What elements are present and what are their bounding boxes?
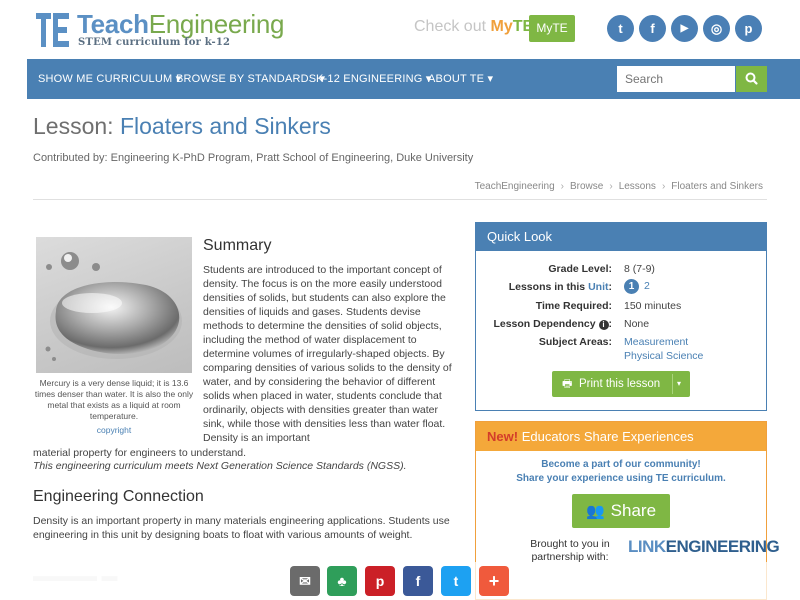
grade-level-value: 8 (7-9) <box>624 263 655 275</box>
search-icon <box>745 72 758 85</box>
checkout-myte-text: Check out MyTE <box>414 18 534 35</box>
grade-level-label: Grade Level: <box>548 263 612 275</box>
breadcrumb-teachengineering[interactable]: TeachEngineering <box>475 181 555 192</box>
logo-tagline: STEM curriculum for k-12 <box>78 37 231 48</box>
quick-look-panel: Quick Look Grade Level: 8 (7-9) Lessons … <box>475 222 767 411</box>
mercury-photo[interactable] <box>36 237 192 373</box>
share-toolbar <box>0 562 800 600</box>
print-lesson-label: Print this lesson <box>579 378 661 390</box>
share-invite: Share your experience using TE curriculu… <box>516 473 726 484</box>
engineering-connection-text: Density is an important property in many… <box>33 515 450 541</box>
unit-lesson-2-link[interactable]: 2 <box>644 280 650 292</box>
classroom-icon[interactable]: ♣ <box>327 566 357 596</box>
print-lesson-button[interactable]: 🖶 Print this lesson ▾ <box>552 371 690 397</box>
pinterest-share-icon[interactable]: p <box>365 566 395 596</box>
pinterest-icon[interactable]: p <box>735 15 762 42</box>
users-icon: 👥 <box>585 503 605 520</box>
nav-k12-engineering[interactable]: K-12 ENGINEERING ▾ <box>316 59 431 99</box>
instagram-icon[interactable]: ◎ <box>703 15 730 42</box>
unit-lesson-current: 1 <box>624 279 639 294</box>
educators-share-heading: New! Educators Share Experiences <box>476 422 766 451</box>
twitter-icon[interactable]: t <box>607 15 634 42</box>
share-button[interactable]: 👥 Share <box>572 494 670 528</box>
more-share-icon[interactable]: + <box>479 566 509 596</box>
facebook-icon[interactable]: f <box>639 15 666 42</box>
main-nav: SHOW ME CURRICULUM ▾ BROWSE BY STANDARDS… <box>27 59 800 99</box>
search-input[interactable] <box>617 66 735 92</box>
breadcrumb: TeachEngineering › Browse › Lessons › Floaters… <box>474 181 763 192</box>
summary-text-tail: material property for engineers to under… <box>33 447 247 459</box>
nav-about-te[interactable]: ABOUT TE ▾ <box>428 59 493 99</box>
nav-browse-by-standards[interactable]: BROWSE BY STANDARDS ▾ <box>176 59 325 99</box>
subject-areas-label: Subject Areas: <box>538 336 612 348</box>
youtube-icon[interactable]: ▶ <box>671 15 698 42</box>
breadcrumb-browse[interactable]: Browse <box>570 181 603 192</box>
subject-measurement-link[interactable]: Measurement <box>624 336 688 348</box>
facebook-share-icon[interactable]: f <box>403 566 433 596</box>
logo-wordmark: TeachEngineering <box>77 9 285 39</box>
community-invite: Become a part of our community! <box>541 459 701 470</box>
quick-look-heading: Quick Look <box>476 223 766 251</box>
search-button[interactable] <box>736 66 767 92</box>
print-divider <box>672 374 673 394</box>
breadcrumb-lessons[interactable]: Lessons <box>619 181 656 192</box>
info-icon[interactable]: i <box>598 320 609 330</box>
unit-lessons: 12 <box>624 279 650 294</box>
twitter-share-icon[interactable]: t <box>441 566 471 596</box>
engineering-connection-heading: Engineering Connection <box>33 488 204 505</box>
copyright-link[interactable]: copyright <box>33 425 195 435</box>
subject-physical-science-link[interactable]: Physical Science <box>624 350 703 362</box>
photo-caption: Mercury is a very dense liquid; it is 13… <box>34 378 194 421</box>
site-header: TeachEngineering STEM curriculum for k-1… <box>0 0 800 58</box>
nav-show-me-curriculum[interactable]: SHOW ME CURRICULUM ▾ <box>38 59 181 99</box>
summary-heading: Summary <box>203 237 272 254</box>
time-required-label: Time Required: <box>535 300 612 312</box>
breadcrumb-current: Floaters and Sinkers <box>671 181 763 192</box>
print-dropdown-caret-icon[interactable]: ▾ <box>677 371 681 397</box>
lessons-in-unit-label: Lessons in this Unit: <box>508 281 612 293</box>
contributed-by: Contributed by: Engineering K-PhD Progra… <box>33 152 474 164</box>
partnership-text: Brought to you in partnership with: <box>530 538 610 563</box>
ngss-note: This engineering curriculum meets Next G… <box>33 460 407 472</box>
divider <box>33 199 767 200</box>
linkengineering-logo[interactable]: LINKENGINEERING <box>628 537 780 557</box>
summary-text: Students are introduced to the important… <box>203 264 452 444</box>
te-logo-icon <box>36 13 69 47</box>
email-icon[interactable]: ✉ <box>290 566 320 596</box>
time-required-value: 150 minutes <box>624 300 682 312</box>
printer-icon: 🖶 <box>562 378 573 390</box>
page-title: Lesson: Floaters and Sinkers <box>33 113 331 139</box>
lesson-dependency-label: Lesson Dependency i: <box>493 318 612 330</box>
unit-link[interactable]: Unit <box>588 281 608 293</box>
lesson-dependency-value: None <box>624 318 650 330</box>
myte-button[interactable]: MyTE <box>529 15 575 42</box>
